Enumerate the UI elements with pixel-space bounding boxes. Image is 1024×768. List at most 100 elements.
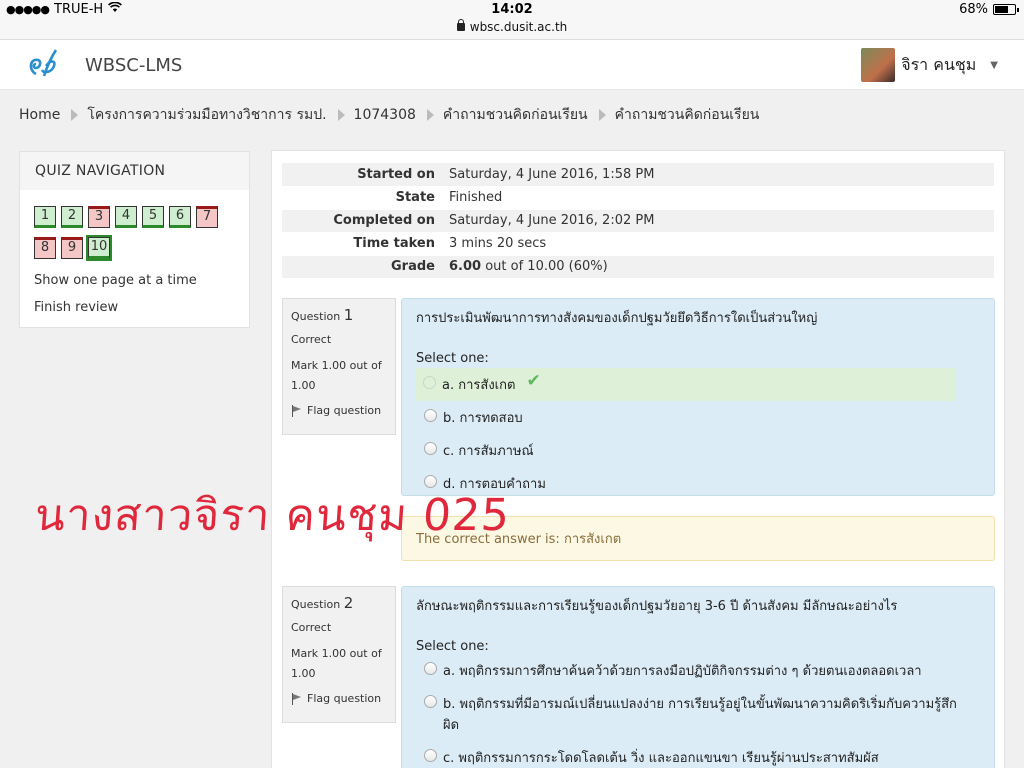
quiz-navigation-title: QUIZ NAVIGATION — [20, 152, 249, 190]
breadcrumb-home[interactable]: Home — [19, 107, 60, 123]
quiz-nav-button-2[interactable]: 2 — [61, 206, 83, 228]
table-row: Completed on Saturday, 4 June 2016, 2:02 … — [282, 209, 994, 233]
answer-radio[interactable] — [424, 695, 437, 708]
flag-icon — [291, 404, 302, 417]
answer-label[interactable]: a. การสังเกต — [442, 374, 515, 395]
question-state: Correct — [291, 621, 332, 634]
url-bar[interactable]: wbsc.dusit.ac.th — [0, 19, 1024, 40]
question-text: ลักษณะพฤติกรรมและการเรียนรู้ของเด็กปฐมวั… — [416, 599, 898, 614]
site-header: WBSC-LMS จิรา คนชุม ▼ — [0, 40, 1024, 90]
site-logo-icon[interactable] — [24, 44, 64, 84]
summary-value: Saturday, 4 June 2016, 2:02 PM — [446, 209, 994, 233]
table-row: Time taken 3 mins 20 secs — [282, 232, 994, 256]
quiz-nav-button-1[interactable]: 1 — [34, 206, 56, 228]
answer-label[interactable]: c. การสัมภาษณ์ — [443, 440, 534, 461]
question-number: Question 2 — [291, 594, 387, 612]
answer-radio[interactable] — [424, 749, 437, 762]
status-bar: ●●●●● TRUE-H 14:02 68% — [0, 0, 1024, 20]
answer-label[interactable]: b. การทดสอบ — [443, 407, 523, 428]
breadcrumb-separator-icon — [71, 109, 79, 121]
quiz-nav-button-10[interactable]: 10 — [86, 235, 112, 261]
answer-option-b[interactable]: b. การทดสอบ — [416, 401, 980, 434]
quiz-nav-button-5[interactable]: 5 — [142, 206, 164, 228]
flag-question-label[interactable]: Flag question — [307, 404, 381, 417]
grade-rest: out of 10.00 (60%) — [481, 259, 608, 274]
question-label: Question — [291, 310, 344, 323]
question-label: Question — [291, 598, 344, 611]
answer-radio[interactable] — [424, 409, 437, 422]
lock-icon — [456, 19, 465, 31]
quiz-nav-button-9[interactable]: 9 — [61, 237, 83, 259]
quiz-nav-button-3[interactable]: 3 — [88, 206, 110, 228]
summary-value: 3 mins 20 secs — [446, 232, 994, 256]
answer-option-a[interactable]: a. การสังเกต ✔ — [415, 368, 955, 401]
table-row: State Finished — [282, 186, 994, 210]
breadcrumb: Home โครงการความร่วมมือทางวิชาการ รมป. 1… — [19, 104, 759, 126]
summary-label: Time taken — [282, 232, 446, 256]
question-number-value: 2 — [343, 594, 354, 612]
finish-review-link[interactable]: Finish review — [34, 300, 118, 315]
grade-score: 6.00 — [449, 259, 482, 274]
quiz-navigation-block: QUIZ NAVIGATION 1 2 3 4 5 6 7 8 9 10 Sho… — [19, 151, 250, 328]
handwritten-name-annotation: นางสาวจิรา คนชุม 025 — [33, 490, 512, 541]
grade-label: Grade — [282, 255, 446, 279]
question-state: Correct — [291, 333, 332, 346]
answer-label[interactable]: c. พฤติกรรมการกระโดดโลดเต้น วิ่ง และออกแ… — [443, 747, 879, 768]
answer-option-c[interactable]: c. การสัมภาษณ์ — [416, 434, 980, 467]
quiz-nav-button-6[interactable]: 6 — [169, 206, 191, 228]
user-menu[interactable]: จิรา คนชุม ▼ — [861, 48, 998, 82]
answer-radio[interactable] — [423, 376, 436, 389]
summary-value: Finished — [446, 186, 994, 210]
answer-label[interactable]: b. พฤติกรรมที่มีอารมณ์เปลี่ยนแปลงง่าย กา… — [443, 693, 972, 735]
battery-icon — [993, 4, 1019, 15]
show-one-page-link[interactable]: Show one page at a time — [34, 273, 197, 288]
quiz-review-main: Started on Saturday, 4 June 2016, 1:58 PM… — [271, 150, 1005, 768]
quiz-nav-button-7[interactable]: 7 — [196, 206, 218, 228]
table-row: Started on Saturday, 4 June 2016, 1:58 PM — [282, 163, 994, 187]
question-mark: Mark 1.00 out of 1.00 — [291, 359, 382, 392]
breadcrumb-separator-icon — [337, 109, 345, 121]
summary-value: Saturday, 4 June 2016, 1:58 PM — [446, 163, 994, 187]
status-time: 14:02 — [491, 2, 533, 17]
question-2-content: ลักษณะพฤติกรรมและการเรียนรู้ของเด็กปฐมวั… — [401, 586, 995, 768]
flag-question-button[interactable]: Flag question — [291, 404, 387, 417]
attempt-summary-table: Started on Saturday, 4 June 2016, 1:58 PM… — [282, 163, 994, 279]
user-name[interactable]: จิรา คนชุม — [901, 53, 976, 78]
flag-question-button[interactable]: Flag question — [291, 692, 387, 705]
flag-icon — [291, 692, 302, 705]
flag-question-label[interactable]: Flag question — [307, 692, 381, 705]
quiz-nav-button-8[interactable]: 8 — [34, 237, 56, 259]
answer-option-a[interactable]: a. พฤติกรรมการศึกษาค้นคว้าด้วยการลงมือปฏ… — [416, 654, 980, 687]
summary-label: Started on — [282, 163, 446, 187]
summary-label: Completed on — [282, 209, 446, 233]
checkmark-icon: ✔ — [526, 371, 541, 391]
answer-radio[interactable] — [424, 662, 437, 675]
breadcrumb-section[interactable]: คำถามชวนคิดก่อนเรียน — [443, 104, 588, 126]
breadcrumb-separator-icon — [598, 109, 606, 121]
select-one-label: Select one: — [416, 639, 489, 654]
question-1-info: Question 1 Correct Mark 1.00 out of 1.00… — [282, 298, 396, 435]
site-name[interactable]: WBSC-LMS — [85, 55, 182, 76]
avatar[interactable] — [861, 48, 896, 82]
answer-label[interactable]: a. พฤติกรรมการศึกษาค้นคว้าด้วยการลงมือปฏ… — [443, 660, 922, 681]
question-number-value: 1 — [343, 306, 354, 324]
question-text: การประเมินพัฒนาการทางสังคมของเด็กปฐมวัยย… — [416, 311, 818, 326]
answer-option-c[interactable]: c. พฤติกรรมการกระโดดโลดเต้น วิ่ง และออกแ… — [416, 741, 980, 768]
breadcrumb-course-category[interactable]: โครงการความร่วมมือทางวิชาการ รมป. — [87, 104, 326, 126]
quiz-nav-button-4[interactable]: 4 — [115, 206, 137, 228]
caret-down-icon[interactable]: ▼ — [990, 60, 998, 71]
question-number: Question 1 — [291, 306, 387, 324]
answer-option-b[interactable]: b. พฤติกรรมที่มีอารมณ์เปลี่ยนแปลงง่าย กา… — [416, 687, 980, 741]
battery-percent: 68% — [959, 2, 988, 17]
answer-radio[interactable] — [424, 442, 437, 455]
breadcrumb-course[interactable]: 1074308 — [354, 107, 416, 123]
select-one-label: Select one: — [416, 351, 489, 366]
table-row: Grade 6.00 out of 10.00 (60%) — [282, 255, 994, 279]
grade-value-cell: 6.00 out of 10.00 (60%) — [446, 255, 994, 279]
summary-label: State — [282, 186, 446, 210]
breadcrumb-separator-icon — [426, 109, 434, 121]
question-mark: Mark 1.00 out of 1.00 — [291, 647, 382, 680]
question-1-content: การประเมินพัฒนาการทางสังคมของเด็กปฐมวัยย… — [401, 298, 995, 496]
breadcrumb-quiz[interactable]: คำถามชวนคิดก่อนเรียน — [615, 104, 760, 126]
url-text[interactable]: wbsc.dusit.ac.th — [470, 20, 568, 34]
